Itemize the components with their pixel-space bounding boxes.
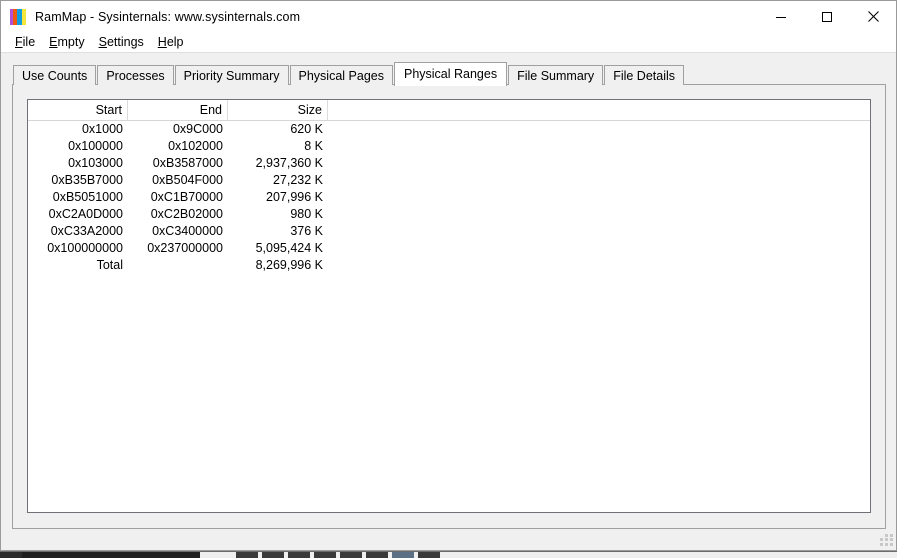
tab-label: Use Counts [22, 69, 87, 83]
tab-use-counts[interactable]: Use Counts [13, 65, 96, 85]
taskbar-segment [22, 552, 200, 558]
resize-grip-icon[interactable] [880, 534, 893, 547]
menu-accel-file: F [15, 35, 23, 49]
maximize-icon [821, 11, 833, 23]
table-row[interactable]: 0xC33A2000 0xC3400000 376 K [28, 223, 870, 240]
tab-priority-summary[interactable]: Priority Summary [175, 65, 289, 85]
taskbar-segment [0, 552, 22, 558]
tab-file-summary[interactable]: File Summary [508, 65, 603, 85]
tab-label: Priority Summary [184, 69, 280, 83]
taskbar-segment [236, 552, 258, 558]
table-row[interactable]: 0x100000000 0x237000000 5,095,424 K [28, 240, 870, 257]
column-header-end[interactable]: End [128, 100, 228, 120]
tab-physical-ranges[interactable]: Physical Ranges [394, 62, 507, 86]
menu-item-help[interactable]: Help [151, 32, 191, 52]
column-header-start[interactable]: Start [28, 100, 128, 120]
tab-label: File Details [613, 69, 675, 83]
window-controls [758, 1, 896, 32]
table-row-total[interactable]: Total 8,269,996 K [28, 257, 870, 274]
cell-size: 27,232 K [228, 172, 328, 189]
tab-page-physical-ranges: Start End Size 0x1000 0x9C000 620 K 0x10… [12, 84, 886, 529]
tab-physical-pages[interactable]: Physical Pages [290, 65, 393, 85]
cell-end: 0xB504F000 [128, 172, 228, 189]
tab-strip: Use Counts Processes Priority Summary Ph… [12, 61, 886, 85]
taskbar-segment [288, 552, 310, 558]
cell-size: 8 K [228, 138, 328, 155]
maximize-button[interactable] [804, 1, 850, 32]
cell-end: 0x9C000 [128, 121, 228, 138]
taskbar-segment [314, 552, 336, 558]
cell-start: 0xB5051000 [28, 189, 128, 206]
cell-end: 0xC3400000 [128, 223, 228, 240]
tab-label: File Summary [517, 69, 594, 83]
menu-rest-help: elp [167, 35, 184, 49]
tab-file-details[interactable]: File Details [604, 65, 684, 85]
close-button[interactable] [850, 1, 896, 32]
cell-size: 980 K [228, 206, 328, 223]
cell-start: 0xC2A0D000 [28, 206, 128, 223]
cell-start: 0x103000 [28, 155, 128, 172]
menu-item-settings[interactable]: Settings [92, 32, 151, 52]
cell-end: 0xC1B70000 [128, 189, 228, 206]
menu-item-empty[interactable]: Empty [42, 32, 91, 52]
column-header-size[interactable]: Size [228, 100, 328, 120]
rammap-bars-icon [10, 9, 26, 25]
cell-size: 376 K [228, 223, 328, 240]
table-row[interactable]: 0xB5051000 0xC1B70000 207,996 K [28, 189, 870, 206]
menu-accel-help: H [158, 35, 167, 49]
table-row[interactable]: 0xC2A0D000 0xC2B02000 980 K [28, 206, 870, 223]
rammap-window: RamMap - Sysinternals: www.sysinternals.… [0, 0, 897, 551]
taskbar-segment [340, 552, 362, 558]
menu-rest-file: ile [23, 35, 36, 49]
cell-start: 0x100000 [28, 138, 128, 155]
menu-rest-empty: mpty [58, 35, 85, 49]
table-row[interactable]: 0xB35B7000 0xB504F000 27,232 K [28, 172, 870, 189]
tab-control: Use Counts Processes Priority Summary Ph… [12, 61, 886, 529]
table-header-row: Start End Size [28, 100, 870, 121]
taskbar-segment [262, 552, 284, 558]
cell-size: 207,996 K [228, 189, 328, 206]
close-icon [867, 10, 880, 23]
menu-item-file[interactable]: File [8, 32, 42, 52]
cell-total-size: 8,269,996 K [228, 257, 328, 274]
cell-start: 0xC33A2000 [28, 223, 128, 240]
menu-rest-settings: ettings [107, 35, 144, 49]
taskbar-segment [366, 552, 388, 558]
menu-accel-settings: S [99, 35, 107, 49]
cell-end: 0xB3587000 [128, 155, 228, 172]
menu-bar: File Empty Settings Help [1, 32, 896, 53]
cell-end: 0x102000 [128, 138, 228, 155]
menu-accel-empty: E [49, 35, 57, 49]
table-body: 0x1000 0x9C000 620 K 0x100000 0x102000 8… [28, 121, 870, 274]
title-bar: RamMap - Sysinternals: www.sysinternals.… [1, 1, 896, 32]
minimize-button[interactable] [758, 1, 804, 32]
cell-end [128, 257, 228, 274]
table-row[interactable]: 0x103000 0xB3587000 2,937,360 K [28, 155, 870, 172]
status-strip [1, 536, 896, 550]
cell-start: 0xB35B7000 [28, 172, 128, 189]
taskbar-segment [392, 552, 414, 558]
table-row[interactable]: 0x1000 0x9C000 620 K [28, 121, 870, 138]
taskbar-segment [418, 552, 440, 558]
tab-processes[interactable]: Processes [97, 65, 173, 85]
physical-ranges-listview[interactable]: Start End Size 0x1000 0x9C000 620 K 0x10… [27, 99, 871, 513]
cell-size: 5,095,424 K [228, 240, 328, 257]
cell-end: 0x237000000 [128, 240, 228, 257]
window-title: RamMap - Sysinternals: www.sysinternals.… [35, 10, 300, 24]
cell-size: 620 K [228, 121, 328, 138]
tab-label: Processes [106, 69, 164, 83]
cell-start: 0x100000000 [28, 240, 128, 257]
cell-size: 2,937,360 K [228, 155, 328, 172]
table-row[interactable]: 0x100000 0x102000 8 K [28, 138, 870, 155]
tab-label: Physical Pages [299, 69, 384, 83]
minimize-icon [775, 11, 787, 23]
desktop-taskbar [0, 551, 897, 558]
cell-total-label: Total [28, 257, 128, 274]
cell-start: 0x1000 [28, 121, 128, 138]
tab-label: Physical Ranges [404, 67, 497, 81]
cell-end: 0xC2B02000 [128, 206, 228, 223]
